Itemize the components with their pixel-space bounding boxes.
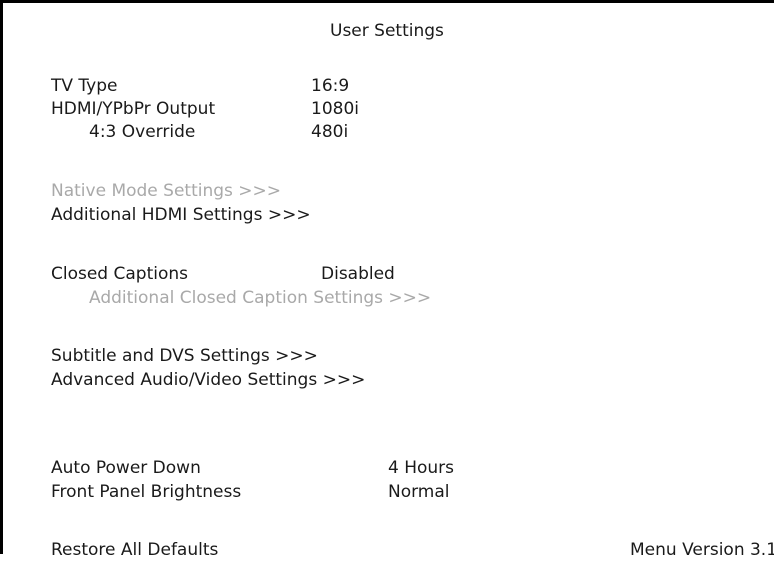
additional-hdmi-settings-item[interactable]: Additional HDMI Settings >>> [51, 204, 311, 226]
auto-power-down-value[interactable]: 4 Hours [388, 457, 454, 479]
closed-captions-value[interactable]: Disabled [321, 263, 395, 285]
closed-captions-label[interactable]: Closed Captions [51, 263, 188, 285]
auto-power-down-label[interactable]: Auto Power Down [51, 457, 201, 479]
override-43-label[interactable]: 4:3 Override [89, 121, 195, 143]
hdmi-output-label[interactable]: HDMI/YPbPr Output [51, 98, 215, 120]
page-title: User Settings [330, 21, 444, 41]
front-panel-brightness-label[interactable]: Front Panel Brightness [51, 481, 241, 503]
additional-cc-settings-item: Additional Closed Caption Settings >>> [89, 288, 432, 308]
tv-type-label[interactable]: TV Type [51, 75, 117, 97]
menu-screen: User Settings TV Type 16:9 HDMI/YPbPr Ou… [0, 0, 774, 560]
override-43-value[interactable]: 480i [311, 121, 348, 143]
hdmi-output-value[interactable]: 1080i [311, 98, 359, 120]
menu-version-text: Menu Version 3.1 [630, 540, 774, 560]
advanced-av-settings-item[interactable]: Advanced Audio/Video Settings >>> [51, 369, 365, 391]
native-mode-settings-item: Native Mode Settings >>> [51, 181, 282, 201]
subtitle-dvs-settings-item[interactable]: Subtitle and DVS Settings >>> [51, 345, 318, 367]
tv-type-value[interactable]: 16:9 [311, 75, 349, 97]
restore-defaults-item[interactable]: Restore All Defaults [51, 539, 218, 561]
front-panel-brightness-value[interactable]: Normal [388, 481, 450, 503]
